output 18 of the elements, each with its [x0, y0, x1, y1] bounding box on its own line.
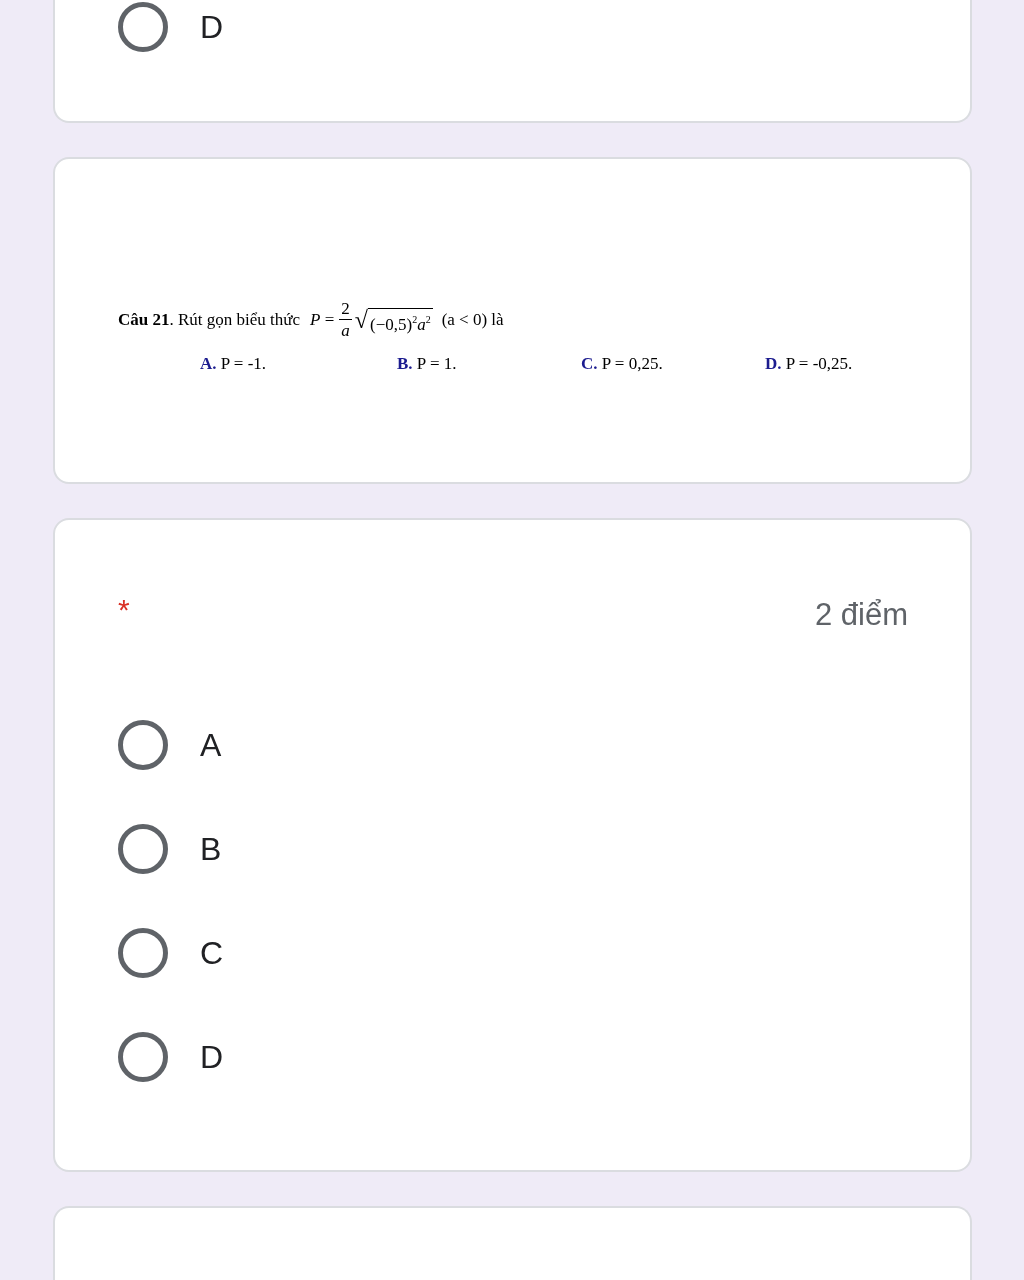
option-label[interactable]: C [200, 933, 224, 973]
radio-button[interactable] [118, 720, 168, 770]
option-label[interactable]: D [200, 1037, 224, 1077]
question-text: Câu 21. Rút gọn biểu thức [118, 309, 301, 330]
radio-button[interactable] [118, 2, 168, 52]
answer-choice: D. P = -0,25. [765, 353, 854, 375]
answer-choice: B. P = 1. [397, 353, 458, 375]
condition-text: (a < 0) là [441, 309, 504, 330]
answer-choice: A. P = -1. [200, 353, 268, 375]
required-asterisk: * [118, 595, 130, 625]
option-label[interactable]: B [200, 829, 222, 869]
points-label: 2 điểm [814, 596, 908, 634]
option-label[interactable]: A [200, 725, 222, 765]
radio-button[interactable] [118, 928, 168, 978]
radio-button[interactable] [118, 1032, 168, 1082]
radio-button[interactable] [118, 824, 168, 874]
option-label[interactable]: D [200, 7, 224, 47]
answer-choice: C. P = 0,25. [581, 353, 664, 375]
